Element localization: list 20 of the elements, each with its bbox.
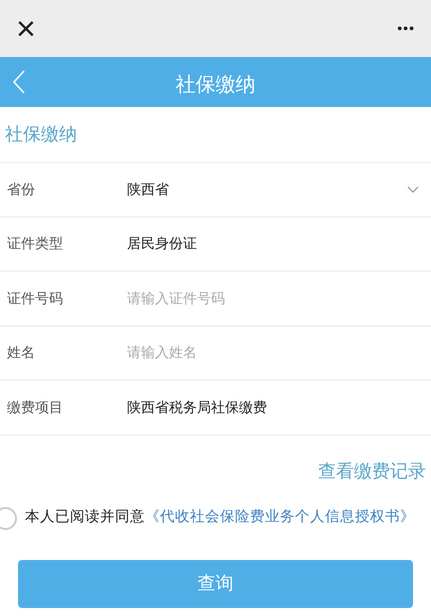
header-title: 社保缴纳 xyxy=(176,73,256,98)
field-value: 陕西省税务局社保缴费 xyxy=(127,398,268,417)
agreement-text: 本人已阅读并同意《代收社会保险费业务个人信息授权书》 xyxy=(25,508,415,528)
field-label: 证件号码 xyxy=(7,288,64,308)
back-icon xyxy=(12,69,26,95)
field-label: 缴费项目 xyxy=(7,398,64,417)
field-label: 姓名 xyxy=(7,343,36,362)
input-field[interactable]: 请输入证件号码 xyxy=(127,288,419,309)
province-select[interactable]: 陕西省 xyxy=(127,178,419,200)
section-title: 社保缴纳 xyxy=(5,123,77,146)
close-button[interactable]: × xyxy=(16,12,36,46)
field-label: 省份 xyxy=(7,180,36,199)
more-button[interactable]: ••• xyxy=(397,18,415,39)
agreement-link[interactable]: 《代收社会保险费业务个人信息授权书》 xyxy=(145,509,415,526)
field-label: 证件类型 xyxy=(7,234,64,254)
back-button[interactable] xyxy=(12,69,26,95)
agreement-checkbox[interactable] xyxy=(0,506,17,530)
chevron-down-icon xyxy=(407,186,419,193)
field-value: 居民身份证 xyxy=(127,234,198,254)
input-field[interactable]: 请输入姓名 xyxy=(127,342,419,364)
